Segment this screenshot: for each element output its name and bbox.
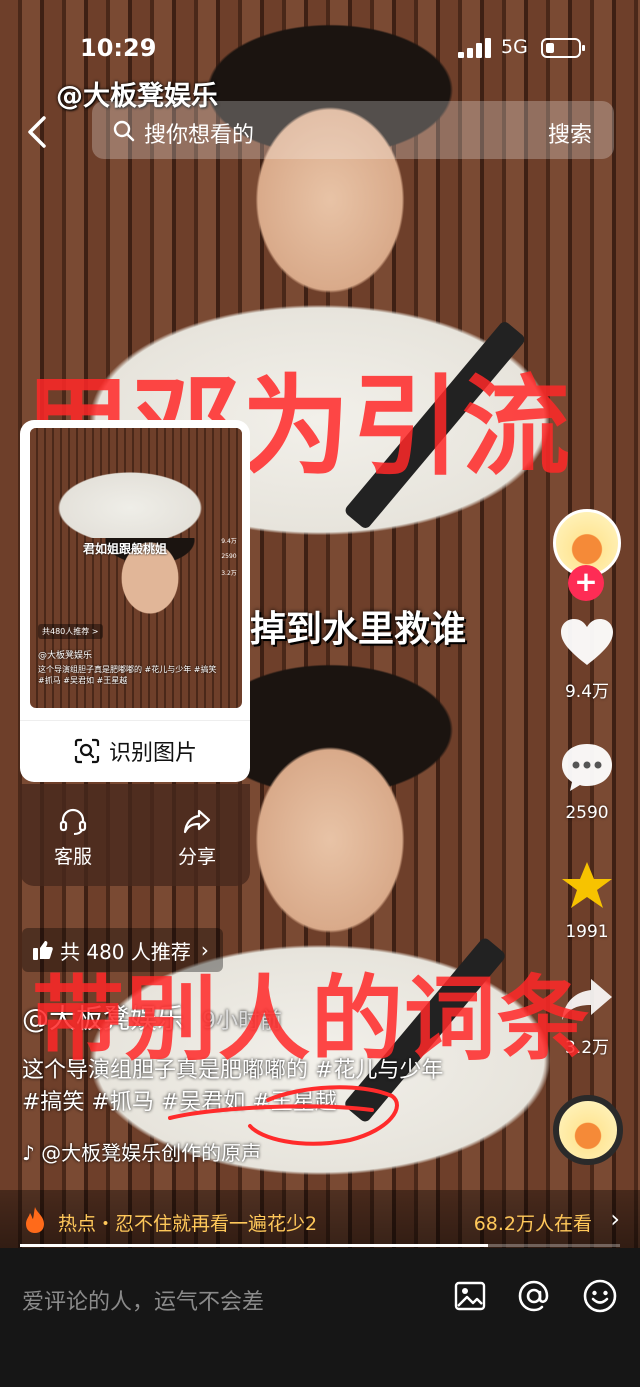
popup-thumbnail-shares: 3.2万	[221, 570, 237, 577]
network-label: 5G	[501, 36, 528, 58]
video-subtitle: 掉到水里救谁	[250, 609, 467, 650]
comment-icon	[562, 744, 612, 791]
star-icon	[562, 862, 612, 908]
video-progress-bar[interactable]	[20, 1244, 620, 1247]
popup-thumbnail-top	[30, 428, 242, 538]
hot-topic-watching: 68.2万人在看	[473, 1213, 592, 1235]
comment-button[interactable]: 2590	[548, 741, 626, 823]
music-line[interactable]: ♪ @大板凳娱乐创作的原声	[22, 1137, 261, 1166]
like-button[interactable]: 9.4万	[548, 617, 626, 702]
music-title: @大板凳娱乐创作的原声	[41, 1141, 262, 1165]
share-button[interactable]: 分享	[157, 806, 237, 869]
popup-actions: 客服 分享	[20, 784, 250, 886]
music-note-icon: ♪	[22, 1141, 42, 1165]
back-arrow-icon	[28, 116, 46, 148]
share-label: 分享	[177, 846, 216, 868]
back-button[interactable]	[24, 114, 54, 150]
recognize-image-button[interactable]: 识别图片	[20, 726, 250, 776]
hot-topic-bar[interactable]: 热点・忍不住就再看一遍花少2 68.2万人在看 ›	[0, 1190, 640, 1248]
music-disc[interactable]	[553, 1095, 623, 1165]
share-arrow-icon	[183, 809, 211, 834]
favorite-button[interactable]: 1991	[548, 860, 626, 942]
popup-thumbnail: 君如姐跟般桃姐 9.4万 2590 3.2万 共480人推荐 > @大板凳娱乐 …	[30, 428, 242, 708]
like-count: 9.4万	[564, 682, 610, 702]
follow-button[interactable]: +	[568, 565, 604, 601]
search-button[interactable]: 搜索	[548, 117, 592, 149]
popup-thumbnail-comments: 2590	[221, 553, 237, 560]
video-feed-screen[interactable]: 10:29 5G @大板凳娱乐 搜你想看的 搜索 用邓为引流 掉到水里救谁 君如…	[0, 0, 640, 1387]
fire-icon	[26, 1207, 44, 1233]
popup-thumbnail-desc: 这个导演组胆子真是肥嘟嘟的 #花儿与少年 #搞笑 #抓马 #吴君如 #王星越	[38, 665, 217, 685]
headset-icon	[59, 808, 87, 835]
emoji-icon[interactable]	[582, 1278, 618, 1314]
comment-bar: 爱评论的人，运气不会差	[0, 1248, 640, 1387]
signal-icon	[458, 38, 492, 58]
customer-service-button[interactable]: 客服	[33, 806, 113, 869]
chevron-right-icon: ›	[610, 1205, 620, 1233]
battery-icon	[541, 38, 585, 58]
search-icon	[113, 120, 135, 142]
customer-service-label: 客服	[53, 846, 92, 868]
scan-icon	[74, 738, 100, 764]
hot-topic-text: 热点・忍不住就再看一遍花少2	[58, 1213, 318, 1235]
popup-thumbnail-author: @大板凳娱乐	[38, 651, 93, 661]
heart-icon	[561, 619, 613, 665]
comment-count: 2590	[565, 803, 609, 823]
popup-thumbnail-side: 9.4万 2590 3.2万	[220, 536, 238, 585]
popup-thumbnail-likes: 9.4万	[221, 538, 237, 545]
search-bar[interactable]: 搜你想看的 搜索	[92, 101, 614, 159]
favorite-count: 1991	[565, 922, 609, 942]
popup-thumbnail-caption: 君如姐跟般桃姐	[82, 542, 167, 556]
search-input[interactable]: 搜你想看的	[144, 117, 254, 149]
long-press-popup: 君如姐跟般桃姐 9.4万 2590 3.2万 共480人推荐 > @大板凳娱乐 …	[20, 420, 250, 782]
status-time: 10:29	[80, 34, 157, 62]
image-icon[interactable]	[452, 1278, 488, 1314]
video-progress-fill	[20, 1244, 488, 1247]
recognize-image-label: 识别图片	[108, 741, 197, 766]
comment-input[interactable]: 爱评论的人，运气不会差	[22, 1284, 264, 1316]
overlay-annotation-bottom: 带别人的词条	[32, 966, 591, 1073]
popup-thumbnail-recommend: 共480人推荐 >	[38, 624, 103, 639]
divider	[20, 720, 250, 721]
at-mention-icon[interactable]	[516, 1278, 552, 1314]
